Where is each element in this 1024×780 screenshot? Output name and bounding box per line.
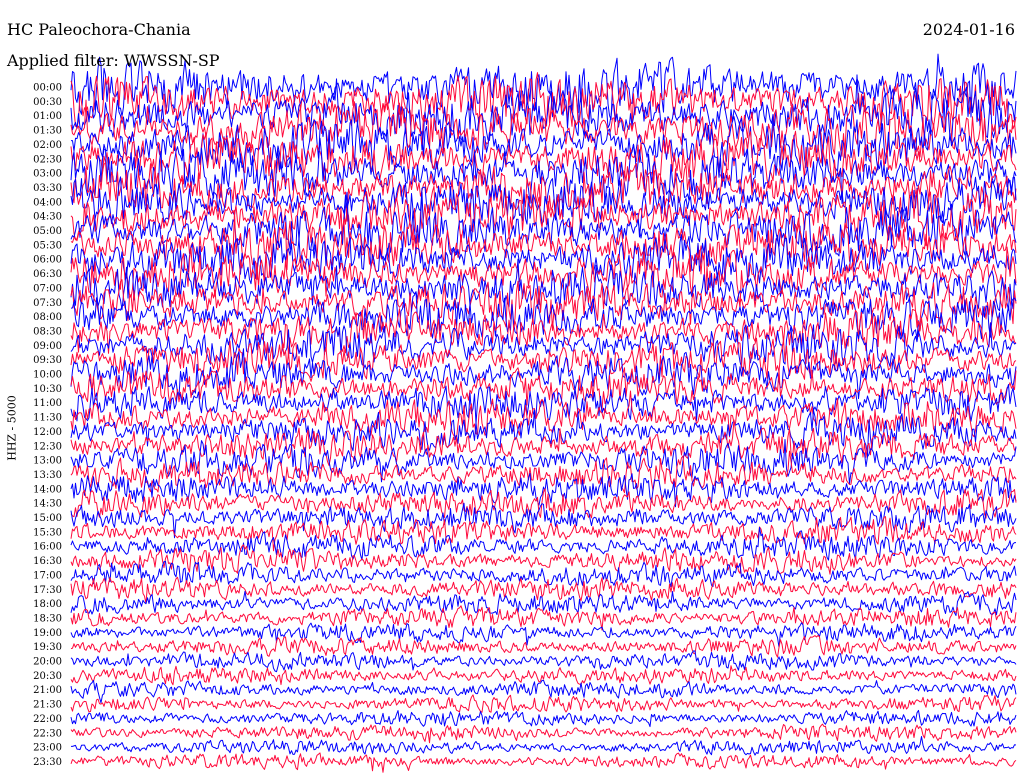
hour-label: 03:00 <box>33 169 62 180</box>
hour-label: 20:00 <box>33 657 62 668</box>
trace-row-0400 <box>70 176 1017 238</box>
hour-label: 15:00 <box>33 513 62 524</box>
hour-label: 06:00 <box>33 255 62 266</box>
hour-label: 16:30 <box>33 556 62 567</box>
hour-label: 07:30 <box>33 298 62 309</box>
hour-label: 00:30 <box>33 97 62 108</box>
hour-label: 10:30 <box>33 384 62 395</box>
trace-row-2200 <box>70 709 1017 728</box>
hour-label: 11:00 <box>33 398 62 409</box>
hour-label: 09:00 <box>33 341 62 352</box>
hour-label: 04:00 <box>33 197 62 208</box>
trace-row-2300 <box>71 736 1017 756</box>
channel-label: HHZ - 5000 <box>5 395 19 461</box>
plot-date: 2024-01-16 <box>922 20 1015 39</box>
trace-row-2000 <box>70 650 1017 673</box>
hour-label: 21:00 <box>33 685 62 696</box>
hour-label: 01:30 <box>33 126 62 137</box>
hour-label: 19:00 <box>33 628 62 639</box>
hour-label: 23:00 <box>33 743 62 754</box>
hour-label: 18:00 <box>33 599 62 610</box>
hour-label: 08:00 <box>33 312 62 323</box>
filter-label: Applied filter: WWSSN-SP <box>7 51 220 70</box>
hour-label: 05:00 <box>33 226 62 237</box>
trace-row-1730 <box>70 576 1017 605</box>
hour-label: 16:00 <box>33 542 62 553</box>
hour-label: 02:00 <box>33 140 62 151</box>
trace-row-1430 <box>70 488 1017 519</box>
station-title: HC Paleochora-Chania <box>7 20 191 39</box>
trace-row-2100 <box>70 679 1017 704</box>
hour-label-layer: 00:00 00:30 01:00 01:30 02:00 02:30 03:00 03:30… <box>33 83 62 768</box>
hour-label: 09:30 <box>33 355 62 366</box>
trace-row-2230 <box>70 723 1017 744</box>
hour-label: 14:30 <box>33 499 62 510</box>
helicorder-plot: 00:00 00:30 01:00 01:30 02:00 02:30 03:00 03:30… <box>33 53 1017 773</box>
trace-row-2330 <box>70 752 1017 773</box>
hour-label: 00:00 <box>33 83 62 94</box>
hour-label: 15:30 <box>33 527 62 538</box>
trace-layer <box>70 53 1017 773</box>
hour-label: 23:30 <box>33 757 62 768</box>
hour-label: 12:30 <box>33 441 62 452</box>
trace-row-2130 <box>70 694 1017 713</box>
trace-row-2030 <box>70 665 1017 686</box>
hour-label: 04:30 <box>33 212 62 223</box>
hour-label: 10:00 <box>33 370 62 381</box>
hour-label: 17:30 <box>33 585 62 596</box>
hour-label: 02:30 <box>33 154 62 165</box>
hour-label: 14:00 <box>33 484 62 495</box>
hour-label: 11:30 <box>33 413 62 424</box>
hour-label: 21:30 <box>33 700 62 711</box>
hour-label: 19:30 <box>33 642 62 653</box>
hour-label: 06:30 <box>33 269 62 280</box>
hour-label: 05:30 <box>33 240 62 251</box>
hour-label: 03:30 <box>33 183 62 194</box>
hour-label: 22:00 <box>33 714 62 725</box>
hour-label: 01:00 <box>33 111 62 122</box>
hour-label: 07:00 <box>33 283 62 294</box>
hour-label: 08:30 <box>33 326 62 337</box>
hour-label: 13:30 <box>33 470 62 481</box>
hour-label: 17:00 <box>33 570 62 581</box>
hour-label: 12:00 <box>33 427 62 438</box>
hour-label: 22:30 <box>33 728 62 739</box>
hour-label: 20:30 <box>33 671 62 682</box>
hour-label: 13:00 <box>33 456 62 467</box>
trace-row-1930 <box>70 635 1017 658</box>
hour-label: 18:30 <box>33 613 62 624</box>
